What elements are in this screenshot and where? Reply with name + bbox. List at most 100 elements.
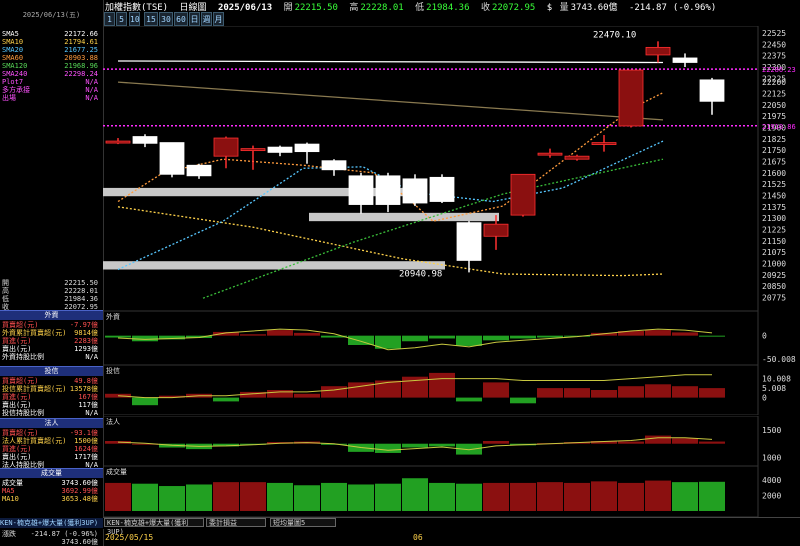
info-row-value: N/A xyxy=(85,86,98,94)
timeframe-button-7[interactable]: 週 xyxy=(201,12,212,26)
info-row-value: 3743.60億 xyxy=(61,479,98,487)
panel-bar xyxy=(321,386,347,398)
trust-chart[interactable]: 10.0085.0080 xyxy=(103,365,800,415)
price-tick: 21000 xyxy=(762,259,786,268)
price-tick: 21975 xyxy=(762,112,786,121)
panel-bar xyxy=(618,441,644,444)
panel-bar xyxy=(240,334,266,336)
panel-bar xyxy=(537,335,563,338)
open-label: 開 xyxy=(283,3,293,13)
panel-bar xyxy=(564,482,590,511)
panel-bar xyxy=(402,478,428,511)
price-tick: 21750 xyxy=(762,146,786,155)
panel-bar xyxy=(402,443,428,448)
price-tick: 21525 xyxy=(762,180,786,189)
volume-ma-dropdown[interactable]: 短均量圖5 xyxy=(270,518,336,527)
foreign-chart[interactable]: 0 -50.008 xyxy=(103,311,800,365)
panel-bar xyxy=(672,438,698,444)
panel-bar xyxy=(240,482,266,511)
timeframe-button-5[interactable]: 60 xyxy=(174,12,188,26)
indicator-dropdown[interactable]: KEN-楠克雄+爆大量(獲利3UP) xyxy=(104,518,204,536)
panel-bar xyxy=(375,380,401,398)
panel-bar xyxy=(429,443,455,447)
panel-bar xyxy=(294,393,320,398)
panel-tick: 0 xyxy=(762,394,767,403)
timeframe-button-8[interactable]: 月 xyxy=(213,12,224,26)
price-tick: 22450 xyxy=(762,40,786,49)
info-row: 低 21984.36 xyxy=(2,295,98,303)
panel-bar xyxy=(105,482,131,511)
info-row-value: 21794.61 xyxy=(64,38,98,46)
info-row: 法人累計買賣超(元) 1500億 xyxy=(2,437,98,445)
footer-change-row: 漲跌 -214.87 (-0.96%) xyxy=(2,530,98,538)
timeframe-button-1[interactable]: 5 xyxy=(116,12,127,26)
timeframe-button-6[interactable]: 日 xyxy=(189,12,200,26)
info-row-value: N/A xyxy=(85,353,98,361)
x-label-0: 2025/05/15 xyxy=(105,533,154,542)
info-row-value: 49.8億 xyxy=(74,377,98,385)
info-row-value: 21984.36 xyxy=(64,295,98,303)
price-tick: 21150 xyxy=(762,237,786,246)
candle-body xyxy=(483,223,509,237)
panel-tick: 2000 xyxy=(762,491,781,500)
info-row-value: 21677.25 xyxy=(64,46,98,54)
panel-bar xyxy=(321,482,347,511)
legal-section-title: 法人 xyxy=(0,418,103,428)
candle-body xyxy=(510,173,536,216)
info-row: SMA120 21968.96 xyxy=(2,62,98,70)
candle-body xyxy=(267,146,293,153)
info-row-label: 賣出(元) xyxy=(2,401,32,409)
panel-bar xyxy=(402,335,428,342)
timeframe-button-0[interactable]: 1 xyxy=(104,12,115,26)
candle-body xyxy=(132,136,158,144)
info-row-value: 1717億 xyxy=(74,453,98,461)
panel-tick: 4000 xyxy=(762,476,781,485)
timeframe-button-4[interactable]: 30 xyxy=(159,12,173,26)
panel-bar xyxy=(645,435,671,444)
info-row-label: 出場 xyxy=(2,94,16,102)
price-tick: 22125 xyxy=(762,89,786,98)
candle-body xyxy=(186,164,212,177)
candle-body xyxy=(159,142,185,175)
info-row: 買進(元) 1624億 xyxy=(2,445,98,453)
info-row-value: 1500億 xyxy=(74,437,98,445)
candle-body xyxy=(537,152,563,156)
candle-body xyxy=(591,142,617,145)
info-row: 賣出(元) 117億 xyxy=(2,401,98,409)
candle-body xyxy=(294,143,320,153)
panel-bar xyxy=(699,388,725,398)
info-row-label: SMA120 xyxy=(2,62,28,70)
candle-body xyxy=(618,69,644,127)
panel-bar xyxy=(699,481,725,511)
info-row: 多方承接 N/A xyxy=(2,86,98,94)
candle-body xyxy=(402,178,428,204)
volume-chart[interactable]: 4000 2000 xyxy=(103,466,800,517)
zone-lower xyxy=(103,261,445,270)
info-row-value: 22228.01 xyxy=(64,287,98,295)
candle-body xyxy=(105,140,131,144)
info-row-label: 買賣超(元) xyxy=(2,429,39,437)
indicator-name[interactable]: KEN-楠克雄+爆大量(獲利3UP) xyxy=(0,518,103,528)
panel-bar xyxy=(213,397,239,402)
pnl-dropdown[interactable]: 委計損益 xyxy=(206,518,266,527)
info-row: 開 22215.50 xyxy=(2,279,98,287)
panel-bar xyxy=(618,386,644,398)
marker-high-label: 22286.23 xyxy=(762,66,796,74)
info-row-value: 3692.99億 xyxy=(61,487,98,495)
panel-bar xyxy=(159,486,185,511)
volume-section-title: 成交量 xyxy=(0,468,103,478)
info-row-value: 2283億 xyxy=(74,337,98,345)
panel-bar xyxy=(510,397,536,404)
price-chart[interactable]: 22470.1020940.98225252245022375223002222… xyxy=(103,26,800,312)
legal-chart[interactable]: 1500 1000 xyxy=(103,416,800,466)
info-row-label: 外資累計買賣超(元) xyxy=(2,329,67,337)
timeframe-button-2[interactable]: 10 xyxy=(129,12,140,26)
footer-volume-row: 3743.60億 xyxy=(2,538,98,546)
info-row-label: 投信持股比例 xyxy=(2,409,44,417)
candle-body xyxy=(645,46,671,56)
panel-bar xyxy=(267,330,293,336)
info-row-value: 3653.48億 xyxy=(61,495,98,503)
panel-bar xyxy=(483,482,509,511)
timeframe-button-3[interactable]: 15 xyxy=(144,12,158,26)
x-label-1: 06 xyxy=(413,533,423,542)
